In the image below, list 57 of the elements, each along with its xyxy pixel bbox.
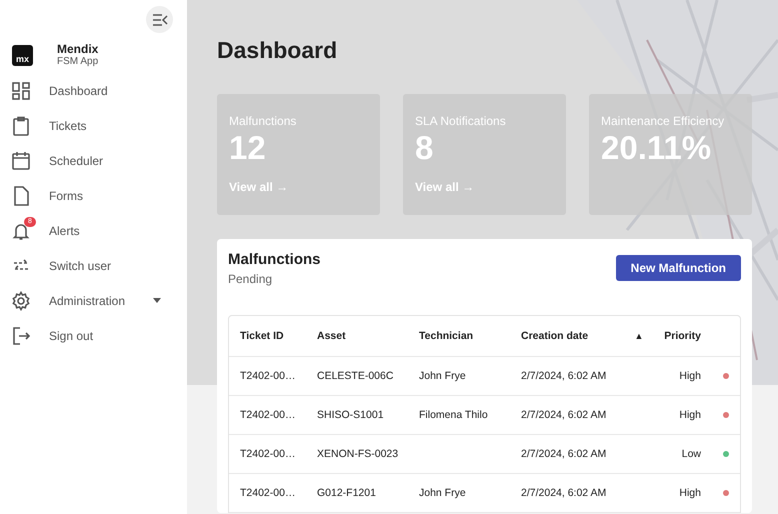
nav-item[interactable]: Sign out	[0, 318, 187, 353]
nav-label: Tickets	[49, 118, 87, 132]
table-cell-text: 2/7/2024, 6:02 AM	[520, 409, 608, 421]
file-icon	[11, 186, 31, 206]
calendar-icon	[11, 150, 31, 170]
panel-subtitle: Pending	[228, 272, 274, 286]
nav-item[interactable]: Administration	[0, 283, 187, 318]
nav-label: Scheduler	[49, 154, 104, 168]
app-name: Mendix	[57, 42, 98, 56]
app-subtitle: FSM App	[57, 56, 98, 68]
settings-icon	[11, 290, 31, 310]
column-header[interactable]: Ticket ID	[229, 330, 306, 342]
panel-title: Malfunctions	[228, 251, 320, 269]
nav-item[interactable]: Switch user	[0, 248, 187, 283]
table-cell-text: G012-F1201	[316, 487, 377, 499]
column-header[interactable]: Technician	[408, 330, 510, 342]
clipboard-icon	[11, 116, 31, 136]
sort-indicator[interactable]: ▲	[615, 331, 663, 341]
logo-icon: mx	[12, 44, 33, 66]
table-cell-text: T2402-00…	[239, 370, 296, 382]
table-cell-text: High	[678, 370, 701, 382]
table-cell-text: T2402-00…	[239, 448, 296, 460]
table-cell-text: John Frye	[418, 487, 467, 499]
nav-label: Forms	[49, 188, 83, 202]
table-cell-text: Low	[680, 448, 701, 460]
sign-out-icon	[11, 326, 31, 346]
table-cell-text: T2402-00…	[239, 487, 296, 499]
table-cell-text: John Frye	[418, 370, 467, 382]
nav-item[interactable]: Forms	[0, 178, 187, 213]
nav-item[interactable]: Tickets	[0, 108, 187, 143]
table-cell-text: 2/7/2024, 6:02 AM	[520, 448, 608, 460]
collapse-menu-button[interactable]	[146, 6, 173, 33]
stat-value: 20.11%	[601, 130, 712, 166]
table-cell-text: SHISO-S1001	[316, 409, 385, 421]
table-cell-text: CELESTE-006C	[316, 370, 394, 382]
nav-label: Sign out	[49, 328, 94, 342]
nav-item[interactable]: Dashboard	[0, 73, 187, 108]
table-cell-text: XENON-FS-0023	[316, 448, 400, 460]
table-cell-text: High	[678, 487, 701, 499]
nav-label: Switch user	[49, 258, 112, 272]
nav-label: Administration	[49, 294, 126, 308]
grid-icon	[11, 80, 31, 100]
table-cell-text: High	[678, 409, 701, 421]
table-cell-text: 2/7/2024, 6:02 AM	[520, 487, 608, 499]
column-header[interactable]: Creation date	[510, 330, 615, 342]
menu-collapse-icon	[152, 14, 168, 26]
page-title: Dashboard	[217, 36, 338, 63]
table-cell-text: Filomena Thilo	[418, 409, 489, 421]
column-header[interactable]: Asset	[306, 330, 408, 342]
column-header[interactable]: Priority	[663, 330, 701, 342]
nav-label: Dashboard	[49, 84, 108, 98]
table-cell-text: T2402-00…	[239, 409, 296, 421]
nav-label: Alerts	[49, 224, 80, 238]
nav-item[interactable]: Scheduler	[0, 143, 187, 178]
new-malfunction-button[interactable]: New Malfunction	[616, 255, 741, 281]
stat-label: Maintenance Efficiency	[601, 114, 726, 128]
table-cell-text: 2/7/2024, 6:02 AM	[520, 370, 608, 382]
